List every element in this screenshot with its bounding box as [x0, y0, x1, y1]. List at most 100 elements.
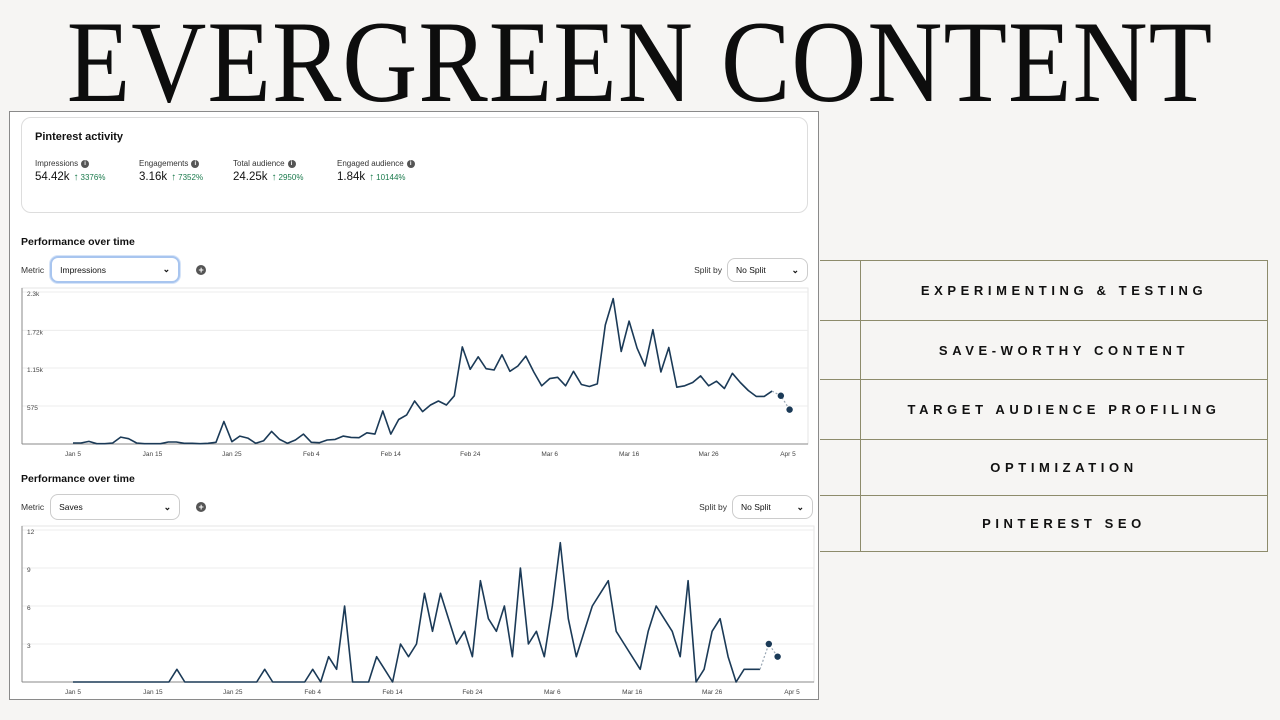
stat-label: Total audience — [233, 159, 285, 168]
hero-title: EVERGREEN CONTENT — [66, 0, 1214, 127]
x-tick-label: Jan 15 — [143, 689, 163, 696]
split-row: Split by No Split ⌄ — [699, 495, 813, 519]
x-tick-label: Mar 6 — [541, 451, 558, 458]
stat-change: 3376% — [80, 173, 106, 182]
x-tick-label: Mar 26 — [702, 689, 723, 696]
y-tick-label: 9 — [27, 567, 31, 574]
arrow-up-icon: ↑ — [369, 172, 375, 183]
arrow-up-icon: ↑ — [271, 172, 277, 183]
stat-change: 7352% — [178, 173, 204, 182]
split-label: Split by — [699, 502, 727, 512]
stat-change: 2950% — [278, 173, 304, 182]
x-tick-label: Jan 25 — [223, 689, 243, 696]
x-tick-label: Apr 5 — [784, 689, 800, 696]
chevron-down-icon: ⌄ — [162, 264, 171, 274]
stat-value: 3.16k — [139, 171, 168, 183]
x-tick-label: Feb 14 — [381, 451, 402, 458]
metric-label: Metric — [21, 264, 45, 275]
x-tick-label: Mar 6 — [544, 689, 561, 696]
stat-value: 1.84k — [337, 171, 366, 183]
stat-label: Engaged audience — [337, 159, 404, 168]
y-tick-label: 575 — [27, 405, 38, 412]
x-tick-label: Mar 26 — [698, 451, 719, 458]
split-label: Split by — [694, 265, 722, 275]
strategy-item-label: EXPERIMENTING & TESTING — [920, 283, 1208, 298]
projected-point — [786, 406, 793, 413]
strategy-item: SAVE-WORTHY CONTENT — [820, 320, 1268, 379]
x-tick-label: Feb 4 — [303, 451, 320, 458]
strategy-item: TARGET AUDIENCE PROFILING — [820, 379, 1268, 439]
metric-row: Metric Saves ⌄ + — [21, 494, 207, 520]
x-tick-label: Feb 24 — [460, 451, 481, 458]
strategy-item: EXPERIMENTING & TESTING — [820, 260, 1268, 320]
x-tick-label: Mar 16 — [622, 689, 643, 696]
stat-change: 10144% — [376, 173, 406, 182]
split-row: Split by No Split ⌄ — [694, 258, 808, 282]
metric-row: Metric Impressions ⌄ + — [21, 256, 207, 283]
strategy-item-label: OPTIMIZATION — [990, 460, 1138, 475]
y-tick-label: 12 — [27, 529, 35, 536]
stat-total-audience: Total audience i 24.25k ↑ 2950% — [233, 159, 303, 183]
projected-point — [774, 653, 781, 660]
plot-area — [21, 525, 815, 683]
series-line — [73, 297, 773, 445]
arrow-up-icon: ↑ — [171, 172, 177, 183]
x-tick-label: Jan 5 — [65, 451, 81, 458]
pinterest-activity-card: Pinterest activity Impressions i 54.42k ↑ 3… — [21, 117, 808, 213]
performance-heading: Performance over time — [21, 236, 135, 248]
x-tick-label: Jan 25 — [222, 451, 242, 458]
strategy-item-label: PINTEREST SEO — [982, 516, 1146, 531]
split-select-value: No Split — [736, 265, 766, 275]
stat-label: Impressions — [35, 159, 79, 168]
metric-select-value: Impressions — [60, 264, 106, 275]
projected-point — [765, 640, 773, 648]
split-select[interactable]: No Split ⌄ — [732, 495, 813, 519]
x-tick-label: Jan 15 — [143, 451, 163, 458]
arrow-up-icon: ↑ — [73, 172, 79, 183]
plot-area — [21, 287, 809, 445]
impressions-chart: 575 1.15k 1.72k 2.3k Jan 5 Jan 15 Jan 25 Feb 4 F… — [21, 287, 809, 458]
strategy-item-label: SAVE-WORTHY CONTENT — [938, 342, 1190, 358]
metric-label: Metric — [21, 502, 45, 512]
chevron-down-icon: ⌄ — [791, 264, 799, 275]
metric-select[interactable]: Saves ⌄ — [50, 494, 181, 520]
info-icon[interactable]: i — [287, 159, 296, 168]
y-tick-label: 3 — [27, 643, 31, 650]
chevron-down-icon: ⌄ — [163, 501, 172, 512]
split-select[interactable]: No Split ⌄ — [727, 258, 808, 282]
stat-engagements: Engagements i 3.16k ↑ 7352% — [139, 159, 203, 183]
y-tick-label: 1.15k — [27, 367, 44, 374]
x-tick-label: Feb 14 — [382, 689, 403, 696]
split-select-value: No Split — [741, 502, 771, 512]
saves-chart: 3 6 9 12 Jan 5 Jan 15 Jan 25 Feb 4 Feb 14 Feb 24 M… — [21, 525, 815, 696]
stat-value: 54.42k — [35, 171, 70, 183]
y-tick-label: 2.3k — [27, 291, 40, 298]
add-metric-icon[interactable]: + — [196, 502, 207, 512]
add-metric-icon[interactable]: + — [196, 264, 207, 275]
x-tick-label: Feb 24 — [462, 689, 483, 696]
stat-label: Engagements — [139, 159, 189, 168]
x-tick-label: Mar 16 — [619, 451, 640, 458]
stat-impressions: Impressions i 54.42k ↑ 3376% — [35, 159, 105, 183]
stat-value: 24.25k — [233, 171, 268, 183]
info-icon[interactable]: i — [406, 159, 415, 168]
x-tick-label: Jan 5 — [65, 689, 81, 696]
y-tick-label: 1.72k — [27, 329, 44, 336]
info-icon[interactable]: i — [191, 159, 200, 168]
chevron-down-icon: ⌄ — [796, 501, 804, 512]
strategy-item: OPTIMIZATION — [820, 439, 1268, 495]
metric-select-value: Saves — [59, 502, 83, 512]
activity-heading: Pinterest activity — [35, 131, 124, 143]
metric-select[interactable]: Impressions ⌄ — [50, 256, 181, 283]
series-line — [73, 541, 760, 683]
x-tick-label: Apr 5 — [780, 451, 796, 458]
projected-point — [777, 392, 785, 399]
performance-heading: Performance over time — [21, 473, 135, 485]
strategy-list: EXPERIMENTING & TESTING SAVE-WORTHY CONT… — [820, 260, 1268, 552]
strategy-item: PINTEREST SEO — [820, 495, 1268, 552]
stat-engaged-audience: Engaged audience i 1.84k ↑ 10144% — [337, 159, 415, 183]
strategy-item-label: TARGET AUDIENCE PROFILING — [907, 402, 1221, 417]
analytics-screenshot: Pinterest activity Impressions i 54.42k ↑ 3… — [9, 111, 819, 700]
info-icon[interactable]: i — [81, 159, 90, 168]
y-tick-label: 6 — [27, 605, 31, 612]
